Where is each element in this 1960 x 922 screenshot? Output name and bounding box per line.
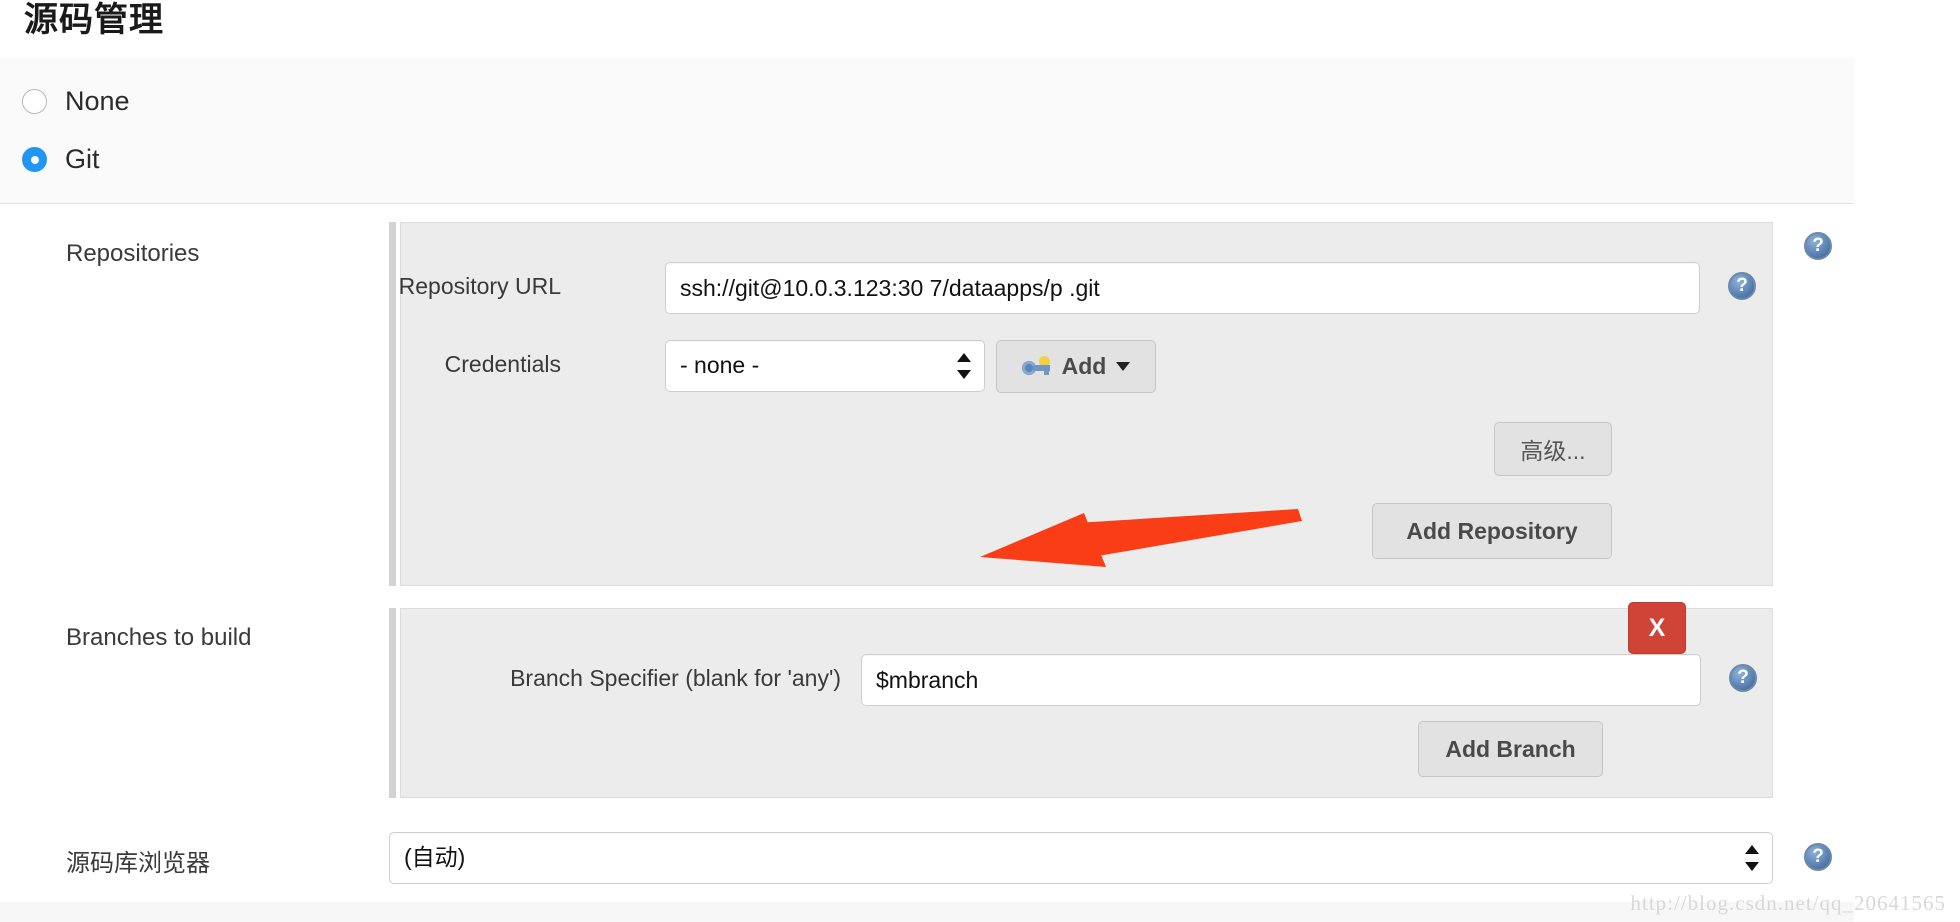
chevron-down-icon: [1116, 362, 1131, 371]
repository-browser-help-icon[interactable]: ?: [1804, 843, 1832, 871]
radio-git-indicator[interactable]: [22, 147, 47, 172]
branch-specifier-label: Branch Specifier (blank for 'any'): [510, 665, 841, 691]
credentials-selected-value: - none -: [680, 352, 760, 378]
add-branch-button[interactable]: Add Branch: [1418, 721, 1603, 777]
radio-git-label: Git: [65, 144, 100, 174]
repository-url-help-icon[interactable]: ?: [1728, 272, 1756, 300]
radio-none-indicator[interactable]: [22, 89, 47, 114]
credentials-spinner-icon: [957, 352, 971, 380]
radio-option-git[interactable]: Git: [22, 144, 100, 175]
radio-none-label: None: [65, 86, 130, 116]
repositories-section-label: Repositories: [66, 240, 200, 267]
add-credentials-label: Add: [1061, 353, 1107, 379]
branch-specifier-input[interactable]: $mbranch: [861, 654, 1701, 706]
branch-specifier-help-icon[interactable]: ?: [1729, 664, 1757, 692]
repositories-section-help-icon[interactable]: ?: [1804, 232, 1832, 260]
scm-settings-screen: 源码管理 None Git Repositories Repository UR…: [0, 0, 1960, 922]
add-credentials-button[interactable]: Add: [996, 340, 1156, 393]
repository-browser-value: (自动): [404, 844, 466, 870]
repository-browser-label: 源码库浏览器: [66, 850, 210, 877]
bottom-strip: [0, 902, 1854, 922]
right-gutter: [1854, 0, 1960, 922]
radio-option-none[interactable]: None: [22, 86, 130, 117]
repository-url-input[interactable]: ssh://git@10.0.3.123:30 7/dataapps/p .gi…: [665, 262, 1700, 314]
credentials-select[interactable]: - none -: [665, 340, 985, 392]
branches-panel-rail: [389, 608, 396, 798]
scm-choice-panel: None Git: [0, 58, 1854, 204]
scm-choice-rail: [0, 58, 10, 203]
advanced-button[interactable]: 高级...: [1494, 422, 1612, 476]
repository-url-label: Repository URL: [398, 273, 561, 299]
repository-browser-select[interactable]: (自动): [389, 832, 1773, 884]
branches-panel: Branch Specifier (blank for 'any') $mbra…: [400, 608, 1773, 798]
repositories-panel: Repository URL ssh://git@10.0.3.123:30 7…: [399, 222, 1773, 586]
remove-branch-button[interactable]: X: [1628, 602, 1686, 654]
add-repository-button[interactable]: Add Repository: [1372, 503, 1612, 559]
credentials-label: Credentials: [444, 351, 561, 377]
page-title: 源码管理: [24, 1, 164, 39]
watermark: http://blog.csdn.net/qq_20641565: [1630, 891, 1946, 915]
repository-browser-spinner-icon: [1745, 844, 1759, 872]
key-icon: [1021, 355, 1052, 378]
branches-section-label: Branches to build: [66, 624, 252, 651]
